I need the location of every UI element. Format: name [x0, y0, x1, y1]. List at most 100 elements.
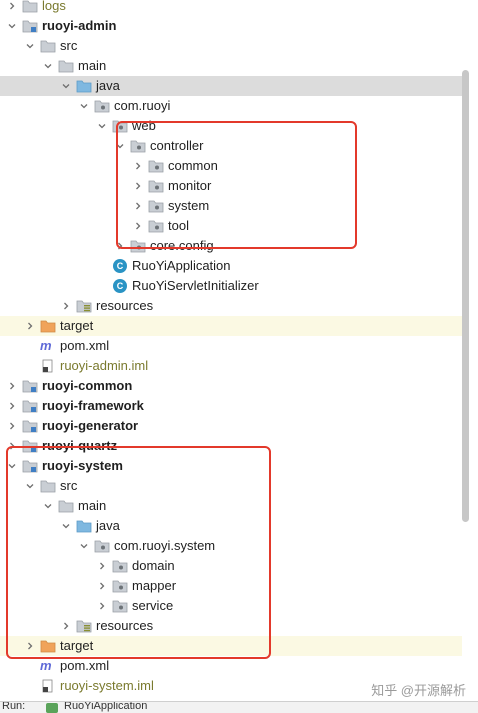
chevron-down-icon[interactable] — [78, 536, 90, 556]
maven-file-icon: m — [40, 658, 52, 673]
tree-row[interactable]: java — [0, 76, 462, 96]
tree-row[interactable]: src — [0, 36, 462, 56]
project-tree[interactable]: logs ruoyi-admin src main java com.ruoyi web co… — [0, 0, 462, 712]
chevron-down-icon[interactable] — [42, 56, 54, 76]
tree-row[interactable]: target — [0, 636, 462, 656]
folder-icon — [58, 59, 74, 73]
chevron-right-icon[interactable] — [24, 636, 36, 656]
chevron-right-icon[interactable] — [6, 416, 18, 436]
tree-row[interactable]: ruoyi-admin.iml — [0, 356, 462, 376]
tree-row[interactable]: controller — [0, 136, 462, 156]
chevron-right-icon[interactable] — [132, 156, 144, 176]
tree-row[interactable]: com.ruoyi — [0, 96, 462, 116]
chevron-right-icon[interactable] — [60, 296, 72, 316]
package-icon — [94, 99, 110, 113]
tree-item-label: core.config — [150, 238, 214, 253]
chevron-down-icon[interactable] — [96, 116, 108, 136]
chevron-right-icon[interactable] — [24, 316, 36, 336]
chevron-down-icon[interactable] — [6, 456, 18, 476]
package-icon — [130, 139, 146, 153]
tree-item-label: src — [60, 478, 78, 493]
chevron-right-icon[interactable] — [132, 216, 144, 236]
tree-row[interactable]: resources — [0, 616, 462, 636]
iml-file-icon — [40, 359, 56, 373]
tree-item-label: target — [60, 318, 94, 333]
tree-item-label: main — [78, 498, 107, 513]
tree-item-label: ruoyi-admin — [42, 18, 117, 33]
tree-item-label: system — [168, 198, 210, 213]
tree-row[interactable]: m pom.xml — [0, 336, 462, 356]
tree-row[interactable]: ruoyi-quartz — [0, 436, 462, 456]
tree-row[interactable]: logs — [0, 0, 462, 16]
run-label: Run: — [2, 701, 26, 712]
vertical-scrollbar[interactable] — [462, 70, 469, 522]
tree-item-label: ruoyi-system.iml — [60, 678, 154, 693]
tree-row[interactable]: java — [0, 516, 462, 536]
chevron-down-icon[interactable] — [60, 516, 72, 536]
package-icon — [148, 219, 164, 233]
chevron-down-icon[interactable] — [42, 496, 54, 516]
tree-item-label: web — [132, 118, 156, 133]
chevron-right-icon[interactable] — [6, 0, 18, 16]
tree-item-label: mapper — [132, 578, 177, 593]
tree-row[interactable]: C RuoYiServletInitializer — [0, 276, 462, 296]
tree-row[interactable]: com.ruoyi.system — [0, 536, 462, 556]
chevron-down-icon[interactable] — [24, 36, 36, 56]
source-root-folder-icon — [76, 519, 92, 533]
tree-item-label: com.ruoyi.system — [114, 538, 216, 553]
chevron-right-icon[interactable] — [96, 556, 108, 576]
tree-row[interactable]: target — [0, 316, 462, 336]
tree-item-label: common — [168, 158, 218, 173]
tree-row[interactable]: monitor — [0, 176, 462, 196]
tree-row[interactable]: resources — [0, 296, 462, 316]
tree-row[interactable]: ruoyi-admin — [0, 16, 462, 36]
tree-row[interactable]: system — [0, 196, 462, 216]
chevron-right-icon[interactable] — [96, 596, 108, 616]
tree-row[interactable]: main — [0, 56, 462, 76]
chevron-right-icon[interactable] — [132, 176, 144, 196]
tree-row[interactable]: common — [0, 156, 462, 176]
tree-row[interactable]: main — [0, 496, 462, 516]
tree-row[interactable]: ruoyi-common — [0, 376, 462, 396]
tree-item-label: ruoyi-common — [42, 378, 133, 393]
tree-item-label: controller — [150, 138, 204, 153]
tree-row[interactable]: service — [0, 596, 462, 616]
tree-item-label: ruoyi-generator — [42, 418, 139, 433]
package-icon — [112, 599, 128, 613]
tree-row[interactable]: tool — [0, 216, 462, 236]
tree-row[interactable]: domain — [0, 556, 462, 576]
chevron-right-icon[interactable] — [60, 616, 72, 636]
tree-row[interactable]: web — [0, 116, 462, 136]
chevron-down-icon[interactable] — [78, 96, 90, 116]
source-root-folder-icon — [76, 79, 92, 93]
tree-row[interactable]: m pom.xml — [0, 656, 462, 676]
run-config-name[interactable]: RuoYiApplication — [64, 702, 147, 712]
tree-item-label: tool — [168, 218, 189, 233]
tree-row[interactable]: mapper — [0, 576, 462, 596]
module-folder-icon — [22, 379, 38, 393]
chevron-right-icon[interactable] — [6, 396, 18, 416]
chevron-right-icon[interactable] — [114, 236, 126, 256]
tree-row[interactable]: src — [0, 476, 462, 496]
chevron-right-icon[interactable] — [96, 576, 108, 596]
tree-item-label: resources — [96, 298, 154, 313]
chevron-down-icon[interactable] — [60, 76, 72, 96]
tree-row[interactable]: core.config — [0, 236, 462, 256]
chevron-down-icon[interactable] — [114, 136, 126, 156]
chevron-right-icon[interactable] — [6, 436, 18, 456]
tree-item-label: domain — [132, 558, 175, 573]
tree-item-label: com.ruoyi — [114, 98, 171, 113]
tree-row[interactable]: ruoyi-framework — [0, 396, 462, 416]
tree-row[interactable]: C RuoYiApplication — [0, 256, 462, 276]
tree-item-label: logs — [42, 0, 66, 13]
package-icon — [130, 239, 146, 253]
chevron-right-icon[interactable] — [6, 376, 18, 396]
tree-row[interactable]: ruoyi-generator — [0, 416, 462, 436]
chevron-down-icon[interactable] — [6, 16, 18, 36]
tree-row[interactable]: ruoyi-system — [0, 456, 462, 476]
chevron-right-icon[interactable] — [132, 196, 144, 216]
tree-item-label: ruoyi-admin.iml — [60, 358, 149, 373]
chevron-down-icon[interactable] — [24, 476, 36, 496]
java-class-icon: C — [112, 259, 128, 273]
